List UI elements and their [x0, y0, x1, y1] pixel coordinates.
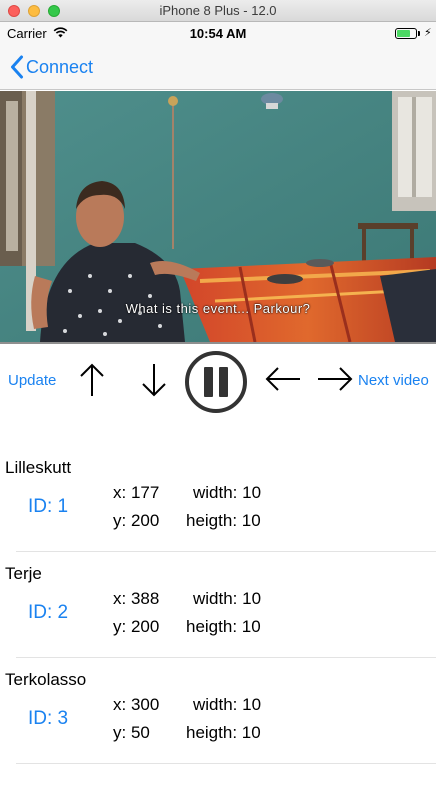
object-id-button[interactable]: ID: 2: [28, 602, 68, 624]
controls-bar: Update Next video: [0, 344, 436, 424]
row-separator: [16, 763, 436, 764]
video-player[interactable]: What is this event... Parkour?: [0, 91, 436, 342]
list-item[interactable]: Terje ID: 2 x: 388 width: 10 y: 200 heig…: [0, 552, 436, 658]
back-button-label: Connect: [26, 56, 94, 77]
status-bar: Carrier 10:54 AM ⚡: [0, 22, 436, 44]
arrow-right-icon[interactable]: [316, 366, 354, 392]
object-width: width: 10: [193, 483, 262, 502]
object-x: x: 177: [113, 483, 160, 502]
video-subtitle: What is this event... Parkour?: [125, 301, 311, 316]
back-button[interactable]: Connect: [10, 55, 93, 79]
object-name: Terkolasso: [5, 670, 87, 689]
next-video-button[interactable]: Next video: [358, 372, 429, 389]
window-title: iPhone 8 Plus - 12.0: [159, 3, 277, 18]
object-x: x: 300: [113, 695, 160, 714]
arrow-up-icon[interactable]: [78, 362, 106, 398]
object-y: y: 200: [113, 511, 160, 530]
update-button[interactable]: Update: [8, 372, 56, 389]
object-y: y: 50: [113, 723, 150, 742]
object-name: Terje: [5, 564, 42, 583]
object-id-button[interactable]: ID: 3: [28, 708, 68, 730]
chevron-left-icon: [11, 55, 23, 79]
object-height: heigth: 10: [186, 723, 261, 742]
object-name: Lilleskutt: [5, 458, 72, 477]
list-item[interactable]: Lilleskutt ID: 1 x: 177 width: 10 y: 200…: [0, 446, 436, 552]
object-height: heigth: 10: [186, 511, 261, 530]
object-y: y: 200: [113, 617, 160, 636]
object-id-button[interactable]: ID: 1: [28, 496, 68, 518]
pause-button[interactable]: [184, 350, 248, 414]
arrow-down-icon[interactable]: [140, 362, 168, 398]
object-x: x: 388: [113, 589, 160, 608]
simulator-title-bar: iPhone 8 Plus - 12.0: [0, 0, 436, 22]
object-width: width: 10: [193, 589, 262, 608]
battery-icon: [395, 28, 417, 39]
list-item[interactable]: Terkolasso ID: 3 x: 300 width: 10 y: 50 …: [0, 658, 436, 764]
object-height: heigth: 10: [186, 617, 261, 636]
battery-tip: [418, 31, 420, 36]
navigation-bar: Connect: [0, 44, 436, 90]
object-width: width: 10: [193, 695, 262, 714]
clock-time: 10:54 AM: [189, 26, 247, 41]
charging-bolt-icon: ⚡: [424, 27, 432, 39]
arrow-left-icon[interactable]: [264, 366, 302, 392]
